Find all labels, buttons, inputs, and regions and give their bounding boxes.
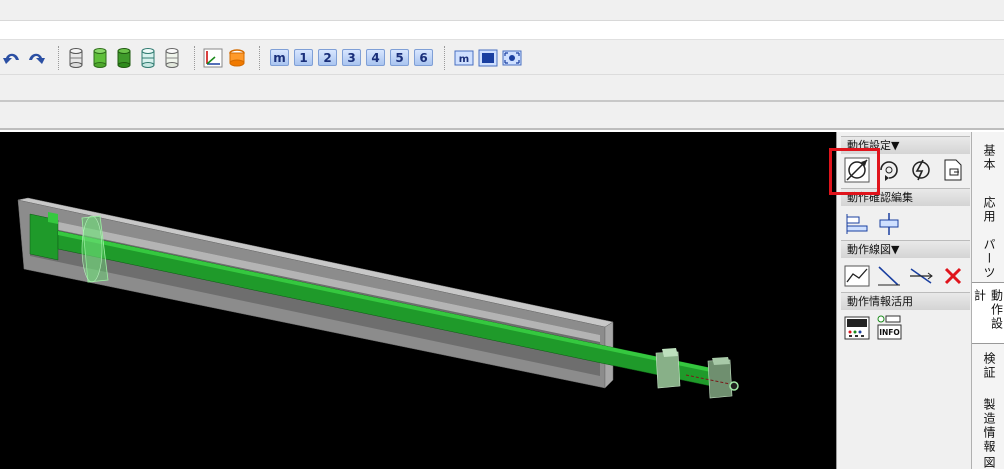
- view-button-m[interactable]: m: [270, 49, 289, 66]
- info-icon-label: INFO: [879, 328, 900, 337]
- redo-icon[interactable]: [26, 47, 46, 69]
- cylinder-gray-icon[interactable]: [66, 47, 86, 69]
- vertical-tab-bar: 基本 応用 パーツ 動作設計 検証 製造情報 図: [971, 132, 1004, 469]
- piston-rod-highlight: [58, 231, 725, 375]
- tab-manufacturing-info[interactable]: 製造情報: [974, 392, 1004, 456]
- seal-ring-face: [81, 215, 103, 283]
- motion-doc-icon[interactable]: [939, 156, 967, 184]
- info-icon[interactable]: INFO: [875, 314, 903, 342]
- axis-view-icon[interactable]: [203, 47, 223, 69]
- toolbar-separator: [58, 46, 60, 70]
- secondary-toolbar: [0, 75, 1004, 102]
- rod-bracket-2-top: [712, 357, 730, 365]
- cylinder-green-icon[interactable]: [90, 47, 110, 69]
- cylinder-green-dark-icon[interactable]: [114, 47, 134, 69]
- 3d-viewport[interactable]: [0, 132, 836, 469]
- align-center-icon[interactable]: [875, 210, 903, 238]
- tab-drawing[interactable]: 図: [974, 454, 1004, 469]
- cylinder-model: [17, 197, 739, 399]
- view-button-4[interactable]: 4: [366, 49, 385, 66]
- frame-icon[interactable]: [478, 47, 498, 69]
- view-button-1[interactable]: 1: [294, 49, 313, 66]
- undo-icon[interactable]: [2, 47, 22, 69]
- menu-strip: [0, 21, 1004, 39]
- rod-bracket-1-top: [662, 348, 678, 357]
- tab-parts[interactable]: パーツ: [974, 232, 1004, 282]
- section-motion-diagram[interactable]: 動作線図▼: [841, 240, 970, 258]
- zoom-m-icon[interactable]: m: [454, 47, 474, 69]
- cylinder-teal-icon[interactable]: [138, 47, 158, 69]
- section-motion-info[interactable]: 動作情報活用: [841, 292, 970, 310]
- view-button-3[interactable]: 3: [342, 49, 361, 66]
- tab-basic[interactable]: 基本: [974, 138, 1004, 186]
- panel-display-icon[interactable]: [843, 314, 871, 342]
- diagonal-line-icon[interactable]: [875, 262, 903, 290]
- tab-motion-design[interactable]: 動作設計: [972, 282, 1004, 344]
- align-edit-icon[interactable]: [843, 210, 871, 238]
- rod-bracket-2: [707, 359, 733, 399]
- fit-icon[interactable]: [502, 47, 522, 69]
- crossing-lines-icon[interactable]: [907, 262, 935, 290]
- title-strip: [0, 0, 1004, 21]
- view-button-5[interactable]: 5: [390, 49, 409, 66]
- selection-highlight: [829, 148, 880, 195]
- rod-end-point: [729, 381, 739, 391]
- main-toolbar: m 1 2 3 4 5 6 m: [0, 39, 1004, 75]
- cylinder-light-icon[interactable]: [162, 47, 182, 69]
- motion-arrows-icon[interactable]: [907, 156, 935, 184]
- piston-head-top: [48, 212, 58, 224]
- view-button-2[interactable]: 2: [318, 49, 337, 66]
- orange-cylinder-icon[interactable]: [227, 47, 247, 69]
- toolbar-separator: [259, 46, 261, 70]
- tertiary-toolbar: [0, 102, 1004, 130]
- rod-bracket-1: [655, 351, 681, 389]
- view-button-6[interactable]: 6: [414, 49, 433, 66]
- delete-x-icon[interactable]: [939, 262, 967, 290]
- motion-graph-icon[interactable]: [843, 262, 871, 290]
- toolbar-separator: [444, 46, 446, 70]
- tab-verify[interactable]: 検証: [974, 346, 1004, 390]
- toolbar-separator: [194, 46, 196, 70]
- svg-text:m: m: [459, 54, 469, 65]
